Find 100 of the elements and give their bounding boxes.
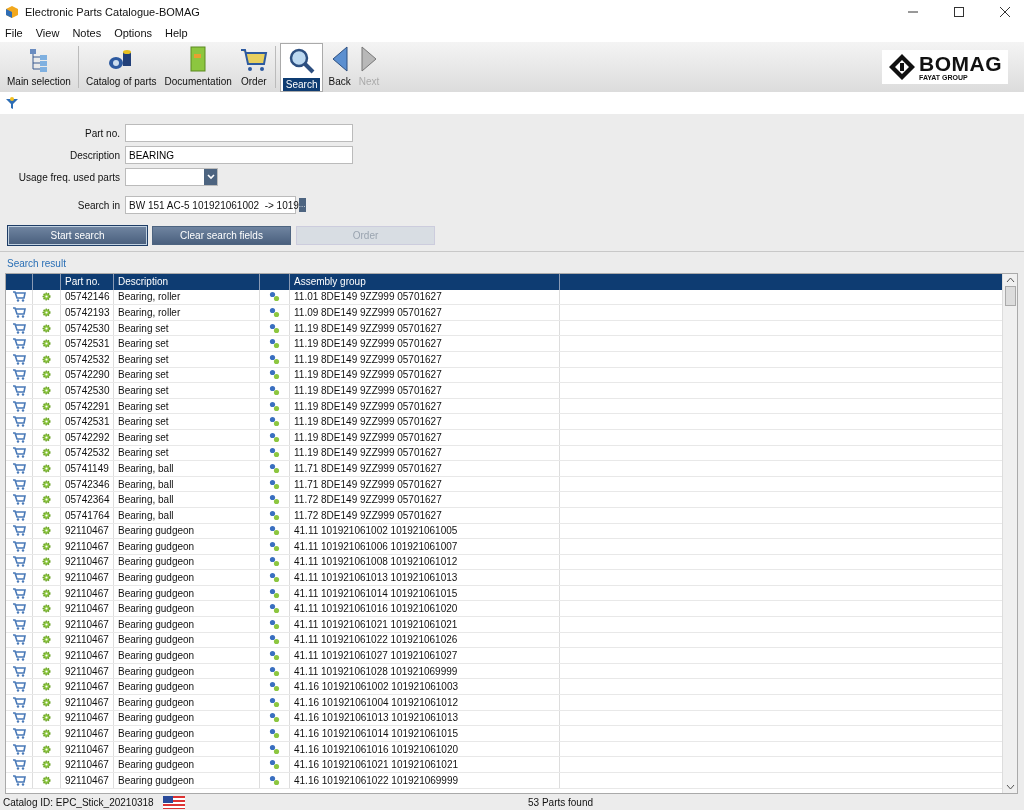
link-icon[interactable] bbox=[269, 665, 280, 677]
action-button[interactable]: Clear search fields bbox=[152, 226, 291, 245]
cart-icon[interactable] bbox=[12, 759, 26, 771]
cart-icon[interactable] bbox=[12, 307, 26, 318]
toolbar-button[interactable]: Back bbox=[325, 43, 354, 92]
cart-icon[interactable] bbox=[12, 416, 26, 428]
cart-icon[interactable] bbox=[12, 712, 26, 724]
scroll-down-icon[interactable] bbox=[1005, 784, 1015, 790]
link-icon[interactable] bbox=[269, 634, 280, 646]
link-icon[interactable] bbox=[269, 743, 280, 755]
book-icon bbox=[189, 46, 208, 72]
menu-item[interactable]: View bbox=[35, 27, 60, 39]
column-header[interactable]: Part no. bbox=[61, 274, 114, 290]
link-icon[interactable] bbox=[269, 369, 280, 381]
link-icon[interactable] bbox=[269, 494, 280, 506]
link-icon[interactable] bbox=[269, 696, 280, 708]
dropdown[interactable] bbox=[125, 168, 218, 186]
link-icon[interactable] bbox=[269, 509, 280, 521]
cart-icon[interactable] bbox=[12, 509, 26, 521]
link-icon[interactable] bbox=[269, 572, 280, 584]
toolbar-button[interactable]: Search bbox=[279, 43, 324, 92]
link-icon[interactable] bbox=[269, 681, 280, 693]
table-cell: Bearing gudgeon bbox=[114, 663, 260, 679]
cart-icon[interactable] bbox=[12, 774, 26, 786]
cart-icon[interactable] bbox=[12, 634, 26, 646]
link-icon[interactable] bbox=[269, 338, 280, 350]
link-icon[interactable] bbox=[269, 556, 280, 568]
cart-icon[interactable] bbox=[12, 587, 26, 599]
link-icon[interactable] bbox=[269, 712, 280, 724]
cart-icon[interactable] bbox=[12, 291, 26, 303]
link-icon[interactable] bbox=[269, 759, 280, 771]
cart-icon bbox=[239, 48, 268, 72]
link-icon[interactable] bbox=[269, 728, 280, 739]
browse-button[interactable]: ... bbox=[298, 198, 306, 212]
link-icon[interactable] bbox=[269, 525, 280, 537]
link-icon[interactable] bbox=[269, 774, 280, 786]
cart-icon[interactable] bbox=[12, 431, 26, 443]
link-icon[interactable] bbox=[269, 603, 280, 615]
link-icon[interactable] bbox=[269, 618, 280, 630]
link-icon[interactable] bbox=[269, 322, 280, 334]
cart-icon[interactable] bbox=[12, 540, 26, 552]
toolbar-button[interactable]: Order bbox=[236, 43, 271, 92]
table-cell: 92110467 bbox=[61, 632, 114, 648]
maximize-icon[interactable] bbox=[954, 7, 964, 17]
menu-item[interactable]: File bbox=[5, 27, 23, 39]
table-cell: 11.72 8DE149 9ZZ999 05701627 bbox=[290, 507, 560, 523]
toolbar-button[interactable]: Main selection bbox=[4, 43, 74, 92]
cart-icon[interactable] bbox=[12, 728, 26, 739]
cart-icon[interactable] bbox=[12, 353, 26, 365]
cart-icon[interactable] bbox=[12, 478, 26, 490]
cart-icon[interactable] bbox=[12, 743, 26, 755]
column-header[interactable]: Description bbox=[114, 274, 260, 290]
cart-icon[interactable] bbox=[12, 525, 26, 537]
scrollbar[interactable] bbox=[1002, 274, 1017, 793]
cart-icon[interactable] bbox=[12, 462, 26, 474]
menu-item[interactable]: Help bbox=[165, 27, 188, 39]
cart-icon[interactable] bbox=[12, 681, 26, 693]
link-icon[interactable] bbox=[269, 478, 280, 490]
cart-icon[interactable] bbox=[12, 369, 26, 381]
cart-icon[interactable] bbox=[12, 696, 26, 708]
menu-item[interactable]: Options bbox=[114, 27, 153, 39]
link-icon[interactable] bbox=[269, 650, 280, 662]
link-icon[interactable] bbox=[269, 307, 280, 318]
link-icon[interactable] bbox=[269, 540, 280, 552]
cart-icon[interactable] bbox=[12, 338, 26, 350]
text-field[interactable]: BEARING bbox=[125, 146, 353, 164]
link-icon[interactable] bbox=[269, 400, 280, 412]
scroll-thumb[interactable] bbox=[1004, 286, 1016, 306]
cart-icon[interactable] bbox=[12, 650, 26, 662]
table-cell: 41.16 101921061004 101921061012 bbox=[290, 695, 560, 710]
cart-icon[interactable] bbox=[12, 572, 26, 584]
cart-icon[interactable] bbox=[12, 618, 26, 630]
link-icon[interactable] bbox=[269, 431, 280, 443]
cart-icon[interactable] bbox=[12, 603, 26, 615]
cart-icon[interactable] bbox=[12, 447, 26, 459]
link-icon[interactable] bbox=[269, 353, 280, 365]
link-icon[interactable] bbox=[269, 447, 280, 459]
cart-icon[interactable] bbox=[12, 665, 26, 677]
menu-item[interactable]: Notes bbox=[72, 27, 102, 39]
link-icon[interactable] bbox=[269, 291, 280, 303]
scroll-up-icon[interactable] bbox=[1005, 277, 1015, 283]
cart-icon[interactable] bbox=[12, 494, 26, 506]
cart-icon[interactable] bbox=[12, 384, 26, 396]
toolbar-button[interactable]: Documentation bbox=[161, 43, 235, 92]
text-field[interactable] bbox=[125, 124, 353, 142]
cart-icon[interactable] bbox=[12, 556, 26, 568]
filter-icon[interactable] bbox=[6, 97, 18, 109]
table-cell: Bearing gudgeon bbox=[114, 695, 260, 710]
toolbar-button[interactable]: Catalog of parts bbox=[82, 43, 160, 92]
close-icon[interactable] bbox=[1000, 7, 1010, 17]
link-icon[interactable] bbox=[269, 462, 280, 474]
cart-icon[interactable] bbox=[12, 400, 26, 412]
link-icon[interactable] bbox=[269, 384, 280, 396]
column-header[interactable]: Assembly group bbox=[290, 274, 560, 290]
link-icon[interactable] bbox=[269, 587, 280, 599]
action-button[interactable]: Start search bbox=[8, 226, 147, 245]
flag-icon[interactable] bbox=[163, 795, 185, 809]
cart-icon[interactable] bbox=[12, 322, 26, 334]
link-icon[interactable] bbox=[269, 416, 280, 428]
table-cell: 41.16 101921061013 101921061013 bbox=[290, 710, 560, 726]
